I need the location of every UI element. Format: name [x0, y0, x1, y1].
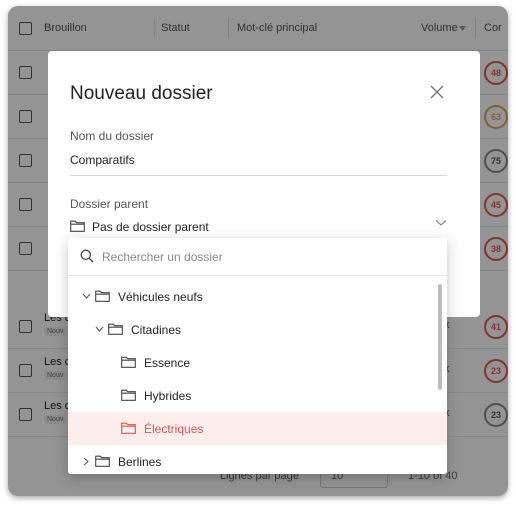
search-icon: [80, 249, 94, 263]
folder-name-input[interactable]: Comparatifs: [70, 153, 135, 167]
folder-label: Citadines: [131, 323, 182, 337]
folder-tree-item[interactable]: Essence: [68, 346, 447, 379]
folder-tree-item[interactable]: Berlines: [68, 445, 447, 474]
chevron-right-icon[interactable]: [83, 457, 89, 466]
dialog-title: Nouveau dossier: [70, 83, 213, 104]
folder-search: [68, 238, 447, 276]
folder-label: Véhicules neufs: [118, 290, 203, 304]
folder-icon: [95, 290, 110, 302]
folder-icon: [95, 455, 110, 467]
folder-icon: [121, 356, 136, 368]
folder-label: Berlines: [118, 455, 162, 469]
parent-folder-select[interactable]: Pas de dossier parent: [92, 220, 209, 234]
folder-name-label: Nom du dossier: [70, 129, 155, 143]
parent-folder-dropdown: Véhicules neufs Citadines Essence Hybrid…: [68, 238, 447, 474]
folder-icon: [70, 220, 85, 232]
close-icon[interactable]: [426, 81, 448, 103]
folder-tree-item-selected[interactable]: Électriques: [68, 412, 447, 445]
folder-label: Essence: [144, 356, 191, 370]
folder-label: Électriques: [144, 422, 204, 436]
parent-folder-label: Dossier parent: [70, 197, 149, 211]
field-underline: [70, 175, 447, 176]
folder-icon: [108, 323, 123, 335]
folder-tree-item[interactable]: Citadines: [68, 313, 447, 346]
chevron-down-icon[interactable]: [435, 219, 447, 227]
folder-tree-item[interactable]: Véhicules neufs: [68, 280, 447, 313]
search-folder-input[interactable]: [102, 247, 422, 267]
dropdown-scrollbar[interactable]: [438, 284, 442, 390]
folder-tree-item[interactable]: Hybrides: [68, 379, 447, 412]
chevron-down-icon[interactable]: [95, 326, 104, 332]
folder-label: Hybrides: [144, 389, 192, 403]
folder-icon: [121, 389, 136, 401]
folder-icon: [121, 422, 136, 434]
chevron-down-icon[interactable]: [82, 293, 91, 299]
app-window: Brouillon Statut Mot-clé principal Volum…: [8, 6, 508, 496]
